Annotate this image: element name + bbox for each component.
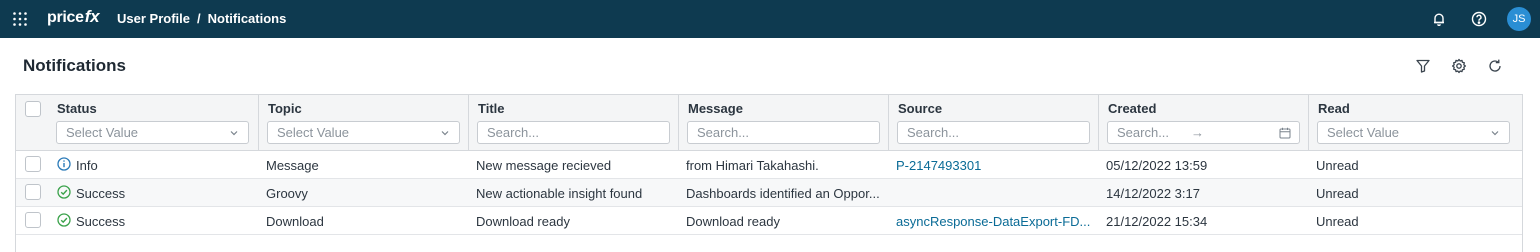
topic-cell: Groovy <box>266 186 308 201</box>
topic-filter-select[interactable]: Select Value <box>267 121 460 144</box>
topic-cell: Message <box>266 158 319 173</box>
status-filter-select[interactable]: Select Value <box>56 121 249 144</box>
message-search-field[interactable] <box>687 121 880 144</box>
message-cell: Download ready <box>686 214 780 229</box>
row-checkbox[interactable] <box>25 212 41 228</box>
calendar-icon[interactable] <box>1279 127 1291 139</box>
column-header-message: Message <box>688 101 743 116</box>
status-cell: Info <box>76 158 98 173</box>
breadcrumb-separator: / <box>196 11 201 26</box>
column-header-created: Created <box>1108 101 1157 116</box>
source-search-field[interactable] <box>897 121 1090 144</box>
status-cell: Success <box>76 186 126 201</box>
check-circle-icon <box>57 185 71 199</box>
chevron-down-icon <box>441 131 449 136</box>
read-cell: Unread <box>1316 158 1359 173</box>
column-message: Message <box>678 95 888 150</box>
title-search-field[interactable] <box>477 121 670 144</box>
refresh-icon[interactable] <box>1487 58 1503 74</box>
breadcrumb: User Profile / Notifications <box>117 11 286 26</box>
message-cell: Dashboards identified an Oppor... <box>686 186 880 201</box>
table-header: Status Select Value Topic Select Value T… <box>16 95 1522 151</box>
topic-cell: Download <box>266 214 324 229</box>
pricefx-logo[interactable]: price fx <box>47 7 100 29</box>
info-circle-icon <box>57 157 71 171</box>
title-cell: New message recieved <box>476 158 612 173</box>
status-cell: Success <box>76 214 126 229</box>
date-range-arrow: → <box>1191 125 1204 140</box>
column-header-topic: Topic <box>268 101 302 116</box>
chevron-down-icon <box>230 131 238 136</box>
title-cell: New actionable insight found <box>476 186 643 201</box>
title-cell: Download ready <box>476 214 570 229</box>
column-read: Read Select Value <box>1308 95 1522 150</box>
column-created: Created → <box>1098 95 1308 150</box>
chevron-down-icon <box>1491 131 1499 136</box>
source-search-input[interactable] <box>907 125 1080 140</box>
column-title: Title <box>468 95 678 150</box>
created-cell: 14/12/2022 3:17 <box>1106 186 1200 201</box>
filter-icon[interactable] <box>1415 58 1431 74</box>
page-title: Notifications <box>23 56 126 75</box>
message-cell: from Himari Takahashi. <box>686 158 819 173</box>
apps-grid-icon[interactable] <box>12 11 28 27</box>
bell-icon[interactable] <box>1431 11 1447 27</box>
column-header-read: Read <box>1318 101 1350 116</box>
status-filter-placeholder: Select Value <box>66 125 139 140</box>
check-circle-icon <box>57 213 71 227</box>
settings-gear-icon[interactable] <box>1451 58 1467 74</box>
table-row[interactable]: Success Groovy New actionable insight fo… <box>16 179 1522 207</box>
column-header-status: Status <box>57 101 97 116</box>
created-start-input[interactable] <box>1117 125 1187 140</box>
read-cell: Unread <box>1316 186 1359 201</box>
read-filter-placeholder: Select Value <box>1327 125 1400 140</box>
select-all-checkbox[interactable] <box>25 101 41 117</box>
breadcrumb-user-profile[interactable]: User Profile <box>117 11 190 26</box>
breadcrumb-notifications: Notifications <box>207 11 287 26</box>
title-search-input[interactable] <box>487 125 660 140</box>
read-cell: Unread <box>1316 214 1359 229</box>
notifications-table: Status Select Value Topic Select Value T… <box>15 94 1523 252</box>
source-link[interactable]: P-2147493301 <box>896 158 1091 173</box>
row-checkbox[interactable] <box>25 156 41 172</box>
column-source: Source <box>888 95 1098 150</box>
user-avatar[interactable]: JS <box>1507 7 1531 31</box>
table-row[interactable]: Info Message New message recieved from H… <box>16 151 1522 179</box>
message-search-input[interactable] <box>697 125 870 140</box>
logo-text: price <box>47 9 84 26</box>
created-cell: 05/12/2022 13:59 <box>1106 158 1208 173</box>
column-status: Status Select Value <box>48 95 258 150</box>
column-topic: Topic Select Value <box>258 95 468 150</box>
read-filter-select[interactable]: Select Value <box>1317 121 1510 144</box>
logo-accent: fx <box>84 7 100 26</box>
row-checkbox[interactable] <box>25 184 41 200</box>
source-link[interactable]: asyncResponse-DataExport-FD... <box>896 214 1091 229</box>
column-header-source: Source <box>898 101 943 116</box>
created-date-range-field[interactable]: → <box>1107 121 1300 144</box>
table-row[interactable]: Success Download Download ready Download… <box>16 207 1522 235</box>
topic-filter-placeholder: Select Value <box>277 125 350 140</box>
column-header-title: Title <box>478 101 505 116</box>
top-navigation-bar: price fx User Profile / Notifications JS <box>0 0 1540 38</box>
created-cell: 21/12/2022 15:34 <box>1106 214 1208 229</box>
help-icon[interactable] <box>1471 11 1487 27</box>
